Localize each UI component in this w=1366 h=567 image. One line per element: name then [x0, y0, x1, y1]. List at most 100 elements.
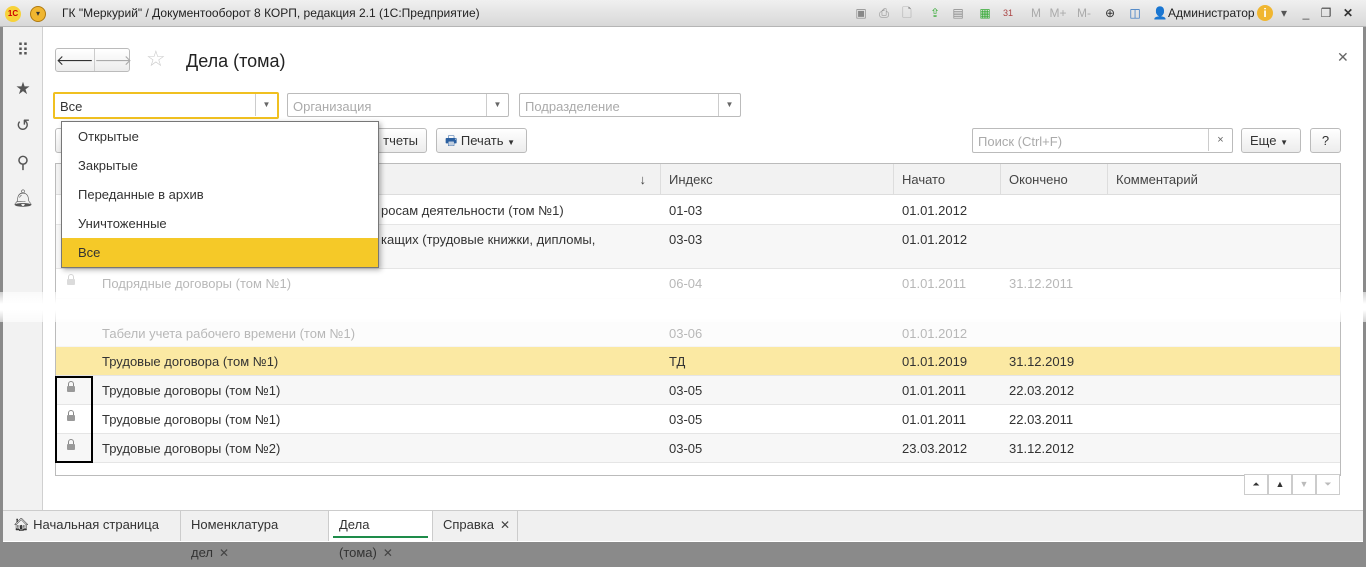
status-option[interactable]: Переданные в архив [62, 180, 378, 209]
cell-start: 01.01.2012 [902, 232, 968, 247]
table-row[interactable]: Трудовые договоры (том №1) 03-05 01.01.201… [56, 376, 1340, 405]
search-input[interactable]: Поиск (Ctrl+F) × [972, 128, 1233, 153]
chevron-down-icon[interactable]: ▼ [255, 94, 277, 116]
tab-label: Дела (тома) [339, 517, 377, 560]
header-comment[interactable]: Комментарий [1108, 164, 1340, 195]
header-start[interactable]: Начато [894, 164, 1001, 195]
back-button[interactable]: 🡐 [56, 49, 94, 71]
sidebar: ⠿ ★ ↺ ⚲ 🔔︎ [3, 27, 43, 510]
table-row[interactable]: Табели учета рабочего времени (том №1) 03… [56, 319, 1340, 347]
close-tab-icon[interactable]: ✕ [500, 518, 510, 532]
cell-index: 03-03 [669, 232, 703, 247]
status-option[interactable]: Закрытые [62, 151, 378, 180]
cell-index: 01-03 [669, 203, 703, 218]
chevron-down-icon[interactable]: ▼ [718, 94, 740, 116]
cell-name: Трудовые договоры (том №1) [102, 412, 281, 427]
calculator-icon[interactable]: ▦ [977, 5, 993, 21]
cell-start: 01.01.2011 [902, 412, 967, 427]
print-icon[interactable]: ⎙ [876, 5, 892, 21]
cell-end: 31.12.2012 [1009, 441, 1075, 456]
table-row[interactable]: Трудовые договора (том №1) ТД 01.01.2019 31… [56, 347, 1340, 376]
lock-icon [67, 274, 75, 287]
cell-start: 01.01.2012 [902, 203, 968, 218]
open-windows-bar: 🏠︎ Начальная страница Номенклатура дел ✕ … [3, 510, 1363, 560]
chevron-down-icon: ▼ [507, 138, 516, 147]
scroll-up-button[interactable]: ▲ [1268, 474, 1292, 495]
chevron-down-icon: ▼ [1280, 138, 1288, 147]
cell-start: 01.01.2011 [902, 276, 967, 291]
organization-filter[interactable]: Организация ▼ [287, 93, 509, 117]
cell-name: Трудовые договоры (том №2) [102, 441, 281, 456]
status-option[interactable]: Открытые [62, 122, 378, 151]
close-window-icon[interactable]: ✕ [1340, 5, 1356, 21]
cell-end: 31.12.2019 [1009, 354, 1075, 369]
mem-plus[interactable]: M+ [1047, 5, 1069, 21]
more-button[interactable]: Еще ▼ [1241, 128, 1301, 153]
tab-label: Начальная страница [33, 517, 159, 532]
zoom-icon[interactable]: ⊕ [1102, 5, 1118, 21]
favorites-star-icon[interactable]: ★ [3, 79, 43, 103]
info-icon[interactable]: i [1257, 5, 1273, 21]
department-placeholder: Подразделение [525, 99, 620, 114]
history-icon[interactable]: ↺ [3, 116, 43, 140]
main-menu-button[interactable]: ▾ [30, 6, 46, 22]
tab-volumes[interactable]: Дела (тома) ✕ [329, 511, 433, 560]
title-bar: 1С ▾ ГК "Меркурий" / Документооборот 8 К… [0, 0, 1366, 27]
clear-search-icon[interactable]: × [1208, 129, 1232, 151]
cell-index: 03-05 [669, 441, 703, 456]
cell-name: Трудовые договоры (том №1) [102, 383, 281, 398]
mem-minus[interactable]: M- [1073, 5, 1095, 21]
mem-m[interactable]: M [1028, 5, 1044, 21]
restore-icon[interactable]: ❐ [1318, 5, 1334, 21]
scroll-last-button[interactable]: ⏷ [1316, 474, 1340, 495]
close-tab-icon[interactable]: ✕ [383, 546, 393, 560]
status-option[interactable]: Все [62, 238, 378, 267]
status-filter[interactable]: Все ▼ [53, 92, 279, 119]
favorite-star-icon[interactable]: ☆ [146, 46, 166, 72]
cell-name: кащих (трудовые книжки, дипломы, [381, 232, 596, 247]
minimize-icon[interactable]: _ [1298, 5, 1314, 21]
lock-icons-highlight [55, 376, 93, 463]
info-menu-icon[interactable]: ▾ [1276, 5, 1292, 21]
save-icon[interactable]: ▣ [853, 5, 869, 21]
organization-placeholder: Организация [293, 99, 372, 114]
header-index[interactable]: Индекс [661, 164, 894, 195]
panels-icon[interactable]: ◫ [1127, 5, 1143, 21]
scroll-first-button[interactable]: ⏶ [1244, 474, 1268, 495]
print-button[interactable]: 🖶 Печать ▼ [436, 128, 527, 153]
cell-index: ТД [669, 354, 686, 369]
bell-icon[interactable]: 🔔︎ [3, 189, 43, 213]
forward-button[interactable]: 🡒 [93, 49, 132, 71]
calendar-icon[interactable]: 31 [1000, 5, 1016, 21]
cell-end: 22.03.2012 [1009, 383, 1075, 398]
scroll-down-button[interactable]: ▼ [1292, 474, 1316, 495]
chevron-down-icon[interactable]: ▼ [486, 94, 508, 116]
table-row[interactable]: Трудовые договоры (том №2) 03-05 23.03.201… [56, 434, 1340, 463]
upload-icon[interactable]: ⇪ [927, 5, 943, 21]
cell-end: 22.03.2011 [1009, 412, 1074, 427]
table-row[interactable]: Трудовые договоры (том №1) 03-05 01.01.201… [56, 405, 1340, 434]
header-end[interactable]: Окончено [1001, 164, 1108, 195]
close-form-icon[interactable]: ✕ [1337, 49, 1349, 66]
cell-index: 03-06 [669, 326, 703, 341]
preview-icon[interactable]: 🗋 [899, 5, 915, 21]
torn-overlay [0, 292, 1366, 322]
user-name[interactable]: Администратор [1168, 6, 1255, 20]
close-tab-icon[interactable]: ✕ [219, 546, 229, 560]
help-button[interactable]: ? [1310, 128, 1341, 153]
menu-grid-icon[interactable]: ⠿ [3, 41, 43, 65]
cell-start: 01.01.2011 [902, 383, 967, 398]
window-title: ГК "Меркурий" / Документооборот 8 КОРП, … [62, 6, 480, 20]
home-icon: 🏠︎ [13, 517, 30, 532]
tab-home[interactable]: 🏠︎ Начальная страница [3, 511, 181, 541]
document-icon[interactable]: ▤ [950, 5, 966, 21]
tab-label: Справка [443, 517, 494, 532]
search-icon[interactable]: ⚲ [3, 153, 43, 177]
nav-buttons: 🡐 🡒 [55, 48, 132, 72]
status-option[interactable]: Уничтоженные [62, 209, 378, 238]
tab-nomenclature[interactable]: Номенклатура дел ✕ [181, 511, 329, 560]
tab-help[interactable]: Справка ✕ [433, 511, 518, 541]
status-filter-value[interactable]: Все [60, 99, 82, 114]
department-filter[interactable]: Подразделение ▼ [519, 93, 741, 117]
tab-label: Номенклатура дел [191, 517, 279, 560]
